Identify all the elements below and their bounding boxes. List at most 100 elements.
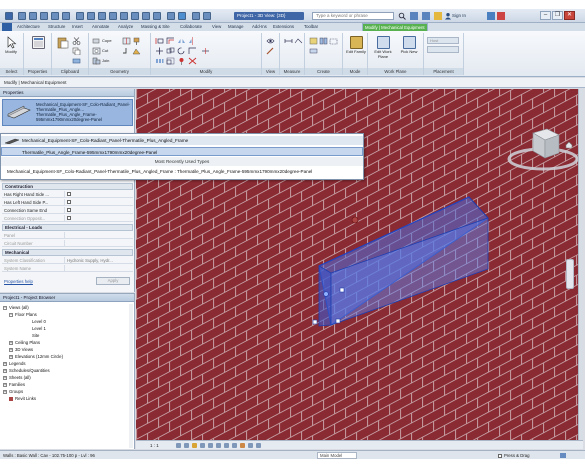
paste-button[interactable] — [54, 35, 70, 65]
tab-view[interactable]: View — [210, 23, 223, 31]
tree-sheets[interactable]: + Sheets (all) — [3, 375, 31, 380]
split-icon[interactable] — [201, 47, 210, 55]
create-similar-icon[interactable] — [309, 47, 318, 55]
tab-annotate[interactable]: Annotate — [90, 23, 111, 31]
copy-element-icon[interactable] — [166, 47, 175, 55]
save-icon[interactable] — [29, 12, 37, 20]
apply-button[interactable]: Apply — [96, 277, 130, 285]
flip-grip-handle[interactable] — [312, 319, 318, 325]
customize-quick-access-icon[interactable] — [178, 12, 186, 20]
edit-work-plane-button[interactable]: Edit Work Plane — [371, 35, 395, 65]
mirror-draw-icon[interactable] — [188, 37, 197, 45]
reveal-hidden-icon[interactable] — [248, 443, 253, 448]
tab-analyze[interactable]: Analyze — [116, 23, 135, 31]
communication-center-icon[interactable] — [422, 12, 430, 20]
filter-icon[interactable] — [560, 453, 566, 458]
view-scale[interactable]: 1 : 1 — [150, 441, 159, 450]
tree-floor-plans[interactable]: − Floor Plans — [9, 312, 37, 317]
tab-extensions[interactable]: Extensions — [271, 23, 296, 31]
open-icon[interactable] — [18, 12, 26, 20]
tab-manage[interactable]: Manage — [226, 23, 246, 31]
window-tile-icon[interactable] — [203, 12, 211, 20]
tab-collaborate[interactable]: Collaborate — [178, 23, 204, 31]
section-icon[interactable] — [131, 12, 139, 20]
expand-icon[interactable]: + — [9, 354, 13, 359]
trim-icon[interactable] — [188, 47, 197, 55]
close-hidden-windows-icon[interactable] — [153, 12, 161, 20]
connector-grip-handle[interactable] — [323, 291, 329, 297]
visual-style-icon[interactable] — [184, 443, 189, 448]
tree-site[interactable]: Site — [32, 333, 39, 338]
connection-same-end-checkbox[interactable] — [67, 208, 71, 212]
sun-path-icon[interactable] — [192, 443, 197, 448]
tree-level-1[interactable]: Level 1 — [32, 326, 46, 331]
tag-icon[interactable] — [98, 12, 106, 20]
tab-structure[interactable]: Structure — [46, 23, 67, 31]
collapse-icon[interactable]: − — [3, 305, 7, 310]
subscription-center-icon[interactable] — [410, 12, 418, 20]
move-grip-handle[interactable] — [339, 287, 345, 293]
project-browser-scrollbar[interactable] — [129, 304, 133, 448]
cope-icon[interactable] — [92, 37, 101, 45]
placement-options[interactable] — [427, 46, 459, 53]
right-hand-side-checkbox[interactable] — [67, 192, 71, 196]
pin-icon[interactable] — [177, 57, 186, 65]
move-icon[interactable] — [155, 47, 164, 55]
favorites-star-icon[interactable] — [434, 12, 442, 20]
tab-add-ins[interactable]: Add-Ins — [250, 23, 269, 31]
left-hand-side-checkbox[interactable] — [67, 200, 71, 204]
expand-icon[interactable]: + — [3, 361, 7, 366]
navigation-bar[interactable] — [566, 259, 574, 289]
expand-icon[interactable]: + — [9, 347, 13, 352]
search-icon[interactable] — [398, 12, 406, 20]
create-assembly-icon[interactable] — [309, 37, 318, 45]
tree-families[interactable]: + Families — [3, 382, 25, 387]
edit-family-button[interactable]: Edit Family — [346, 35, 366, 65]
corner-grip-handle[interactable] — [335, 318, 341, 324]
host-dropdown[interactable]: Host — [427, 37, 459, 44]
tree-elevations[interactable]: + Elevations (12mm Circle) — [9, 354, 63, 359]
temporary-hide-icon[interactable] — [240, 443, 245, 448]
tab-file[interactable] — [2, 23, 12, 31]
exchange-apps-icon[interactable] — [487, 12, 495, 20]
dimension-icon[interactable] — [87, 12, 95, 20]
array-icon[interactable] — [155, 57, 164, 65]
demolish-icon[interactable] — [132, 47, 141, 55]
expand-icon[interactable]: + — [3, 368, 7, 373]
group-mechanical[interactable]: Mechanical — [2, 249, 133, 256]
worksharing-display-icon[interactable] — [256, 443, 261, 448]
tab-architecture[interactable]: Architecture — [15, 23, 42, 31]
tab-insert[interactable]: Insert — [70, 23, 85, 31]
create-group-icon[interactable] — [329, 37, 338, 45]
properties-help-link[interactable]: Properties help — [4, 279, 33, 284]
tree-groups[interactable]: + Groups — [3, 389, 23, 394]
lock-3d-view-icon[interactable] — [232, 443, 237, 448]
paint-icon[interactable] — [132, 37, 141, 45]
show-crop-region-icon[interactable] — [224, 443, 229, 448]
tree-schedules[interactable]: + Schedules/Quantities — [3, 368, 50, 373]
minimize-button[interactable]: – — [540, 11, 551, 20]
dropdown-recent-option[interactable]: Mechanical_Equipment-SF_Colo-Radiant_Pan… — [1, 167, 363, 176]
measure-icon[interactable] — [76, 12, 84, 20]
cut-geometry-icon[interactable] — [92, 47, 101, 55]
mirror-axis-icon[interactable] — [177, 37, 186, 45]
application-menu-icon[interactable] — [5, 12, 13, 20]
tree-level-0[interactable]: Level 0 — [32, 319, 46, 324]
properties-button[interactable] — [28, 35, 48, 65]
render-icon[interactable] — [208, 443, 213, 448]
sync-icon[interactable] — [192, 12, 200, 20]
redo-icon[interactable] — [51, 12, 59, 20]
tree-3d-views[interactable]: +3D Views — [9, 347, 33, 352]
active-workset-dropdown[interactable]: Main Model — [317, 452, 357, 459]
sign-in-link[interactable]: Sign In — [452, 12, 466, 20]
align-icon[interactable] — [155, 37, 164, 45]
type-selector[interactable]: Mechanical_Equipment-SF_Colo-Radiant_Pan… — [2, 99, 133, 126]
crop-view-icon[interactable] — [216, 443, 221, 448]
tab-toolbar[interactable]: Toolbar — [302, 23, 320, 31]
tab-modify-mechanical-equipment[interactable]: Modify | Mechanical Equipment — [362, 23, 428, 31]
pick-new-button[interactable]: Pick New — [399, 35, 419, 65]
collapse-icon[interactable]: − — [9, 312, 13, 317]
viewcube[interactable] — [507, 125, 579, 177]
expand-icon[interactable]: + — [3, 382, 7, 387]
expand-icon[interactable]: + — [9, 340, 13, 345]
